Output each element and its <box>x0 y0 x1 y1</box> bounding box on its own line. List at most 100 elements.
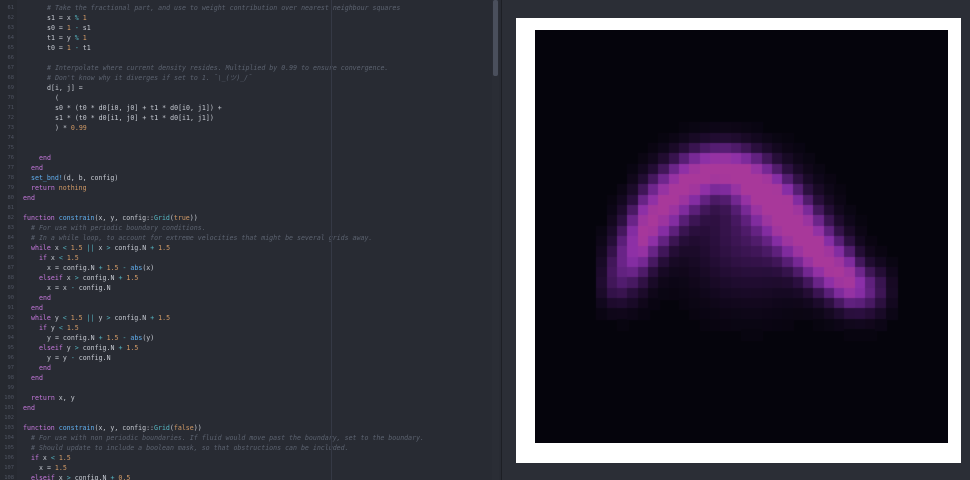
code-token: config.N <box>74 284 111 292</box>
code-text: ( <box>55 93 59 103</box>
code-line[interactable]: 100 return x, y <box>0 393 501 403</box>
code-token: 1 <box>78 14 87 22</box>
code-line[interactable]: 81 <box>0 203 501 213</box>
code-line[interactable]: 74 <box>0 133 501 143</box>
code-line[interactable]: 92 while y < 1.5 || y > config.N + 1.5 <box>0 313 501 323</box>
code-token: function <box>23 424 59 432</box>
line-number: 92 <box>7 315 15 321</box>
code-line[interactable]: 97 end <box>0 363 501 373</box>
code-line[interactable]: 105 # Should update to include a boolean … <box>0 443 501 453</box>
line-number: 82 <box>7 215 15 221</box>
line-number: 94 <box>7 335 15 341</box>
code-token: x, y <box>54 394 75 402</box>
code-line[interactable]: 86 if x < 1.5 <box>0 253 501 263</box>
code-line[interactable]: 103 function constrain(x, y, config::Grid… <box>0 423 501 433</box>
code-text: y = config.N + 1.5 - abs(y) <box>47 333 154 343</box>
code-line[interactable]: 78 set_bnd!(d, b, config) <box>0 173 501 183</box>
line-number: 106 <box>4 455 14 461</box>
line-number: 85 <box>7 245 15 251</box>
code-text: x = config.N + 1.5 - abs(x) <box>47 263 154 273</box>
code-line[interactable]: 104 # For use with non periodic boundarie… <box>0 433 501 443</box>
line-number: 65 <box>7 45 15 51</box>
code-token: # Take the fractional part, and use to w… <box>47 4 401 12</box>
code-line[interactable]: 98 end <box>0 373 501 383</box>
code-token: 1 <box>78 34 87 42</box>
code-line[interactable]: 101 end <box>0 403 501 413</box>
code-text: s1 = x % 1 <box>47 13 87 23</box>
code-line[interactable]: 96 y = y - config.N <box>0 353 501 363</box>
code-token: s0 = <box>47 24 67 32</box>
code-line[interactable]: 82 function constrain(x, y, config::Grid(… <box>0 213 501 223</box>
code-text: if y < 1.5 <box>39 323 79 333</box>
code-line[interactable]: 63 s0 = 1 - s1 <box>0 23 501 33</box>
code-token: x <box>54 474 67 480</box>
code-line[interactable]: 75 <box>0 143 501 153</box>
code-line[interactable]: 68 # Don't know why it diverges if set to… <box>0 73 501 83</box>
code-text: end <box>31 373 43 383</box>
code-line[interactable]: 61 # Take the fractional part, and use to… <box>0 3 501 13</box>
code-token: nothing <box>54 184 87 192</box>
code-line[interactable]: 99 <box>0 383 501 393</box>
code-line[interactable]: 87 x = config.N + 1.5 - abs(x) <box>0 263 501 273</box>
code-line[interactable]: 106 if x < 1.5 <box>0 453 501 463</box>
code-text: if x < 1.5 <box>31 453 71 463</box>
code-line[interactable]: 69 d[i, j] = <box>0 83 501 93</box>
code-line[interactable]: 79 return nothing <box>0 183 501 193</box>
code-token: false <box>173 424 194 432</box>
code-line[interactable]: 108 elseif x > config.N + 0.5 <box>0 473 501 480</box>
code-line[interactable]: 80 end <box>0 193 501 203</box>
code-text: s0 * (t0 * d0[i0, j0] + t1 * d0[i0, j1])… <box>55 103 222 113</box>
code-token: while <box>31 314 51 322</box>
code-editor[interactable]: 61 # Take the fractional part, and use to… <box>0 0 501 480</box>
code-line[interactable]: 89 x = x - config.N <box>0 283 501 293</box>
code-line[interactable]: 76 end <box>0 153 501 163</box>
code-line[interactable]: 94 y = config.N + 1.5 - abs(y) <box>0 333 501 343</box>
code-line[interactable]: 73) * 0.99 <box>0 123 501 133</box>
code-line[interactable]: 66 <box>0 53 501 63</box>
code-token: x <box>50 244 63 252</box>
code-token: 1.5 <box>154 314 171 322</box>
code-line[interactable]: 107 x = 1.5 <box>0 463 501 473</box>
code-text: x = 1.5 <box>39 463 67 473</box>
code-line[interactable]: 77 end <box>0 163 501 173</box>
code-text: return x, y <box>31 393 75 403</box>
code-line[interactable]: 64 t1 = y % 1 <box>0 33 501 43</box>
code-line[interactable]: 71 s0 * (t0 * d0[i0, j0] + t1 * d0[i0, j1… <box>0 103 501 113</box>
code-token: (x) <box>142 264 155 272</box>
code-line[interactable]: 65 t0 = 1 - t1 <box>0 43 501 53</box>
code-text: y = y - config.N <box>47 353 111 363</box>
code-token: t1 <box>82 44 91 52</box>
code-line[interactable]: 90 end <box>0 293 501 303</box>
line-number: 101 <box>4 405 14 411</box>
line-number: 96 <box>7 355 15 361</box>
code-token: 1.5 <box>122 344 139 352</box>
code-text: end <box>39 363 51 373</box>
code-line[interactable]: 72 s1 * (t0 * d0[i1, j0] + t1 * d0[i1, j1… <box>0 113 501 123</box>
line-number: 84 <box>7 235 15 241</box>
code-text: end <box>39 293 51 303</box>
code-line[interactable]: 102 <box>0 413 501 423</box>
code-line[interactable]: 84 # In a while loop, to account for extr… <box>0 233 501 243</box>
code-token: s1 * (t0 * d0[i1, j0] + t1 * d0[i1, j1]) <box>55 114 214 122</box>
code-line[interactable]: 62 s1 = x % 1 <box>0 13 501 23</box>
code-line[interactable]: 70 ( <box>0 93 501 103</box>
code-token: (x, y, config:: <box>94 214 155 222</box>
code-line[interactable]: 93 if y < 1.5 <box>0 323 501 333</box>
line-number: 103 <box>4 425 14 431</box>
code-line[interactable]: 95 elseif y > config.N + 1.5 <box>0 343 501 353</box>
code-token: (x, y, config:: <box>94 424 155 432</box>
code-text: end <box>23 193 35 203</box>
code-line[interactable]: 91 end <box>0 303 501 313</box>
line-number: 108 <box>4 475 14 480</box>
code-token: s1 <box>82 24 91 32</box>
code-line[interactable]: 67 # Interpolate where current density re… <box>0 63 501 73</box>
line-number: 107 <box>4 465 14 471</box>
code-token: elseif <box>31 474 55 480</box>
code-token: Grid <box>154 214 170 222</box>
code-line[interactable]: 83 # For use with periodic boundary condi… <box>0 223 501 233</box>
code-token: - <box>70 24 83 32</box>
code-line[interactable]: 88 elseif x > config.N + 1.5 <box>0 273 501 283</box>
code-token: # Should update to include a boolean mas… <box>31 444 349 452</box>
editor-scrollbar-thumb[interactable] <box>493 0 498 76</box>
code-line[interactable]: 85 while x < 1.5 || x > config.N + 1.5 <box>0 243 501 253</box>
